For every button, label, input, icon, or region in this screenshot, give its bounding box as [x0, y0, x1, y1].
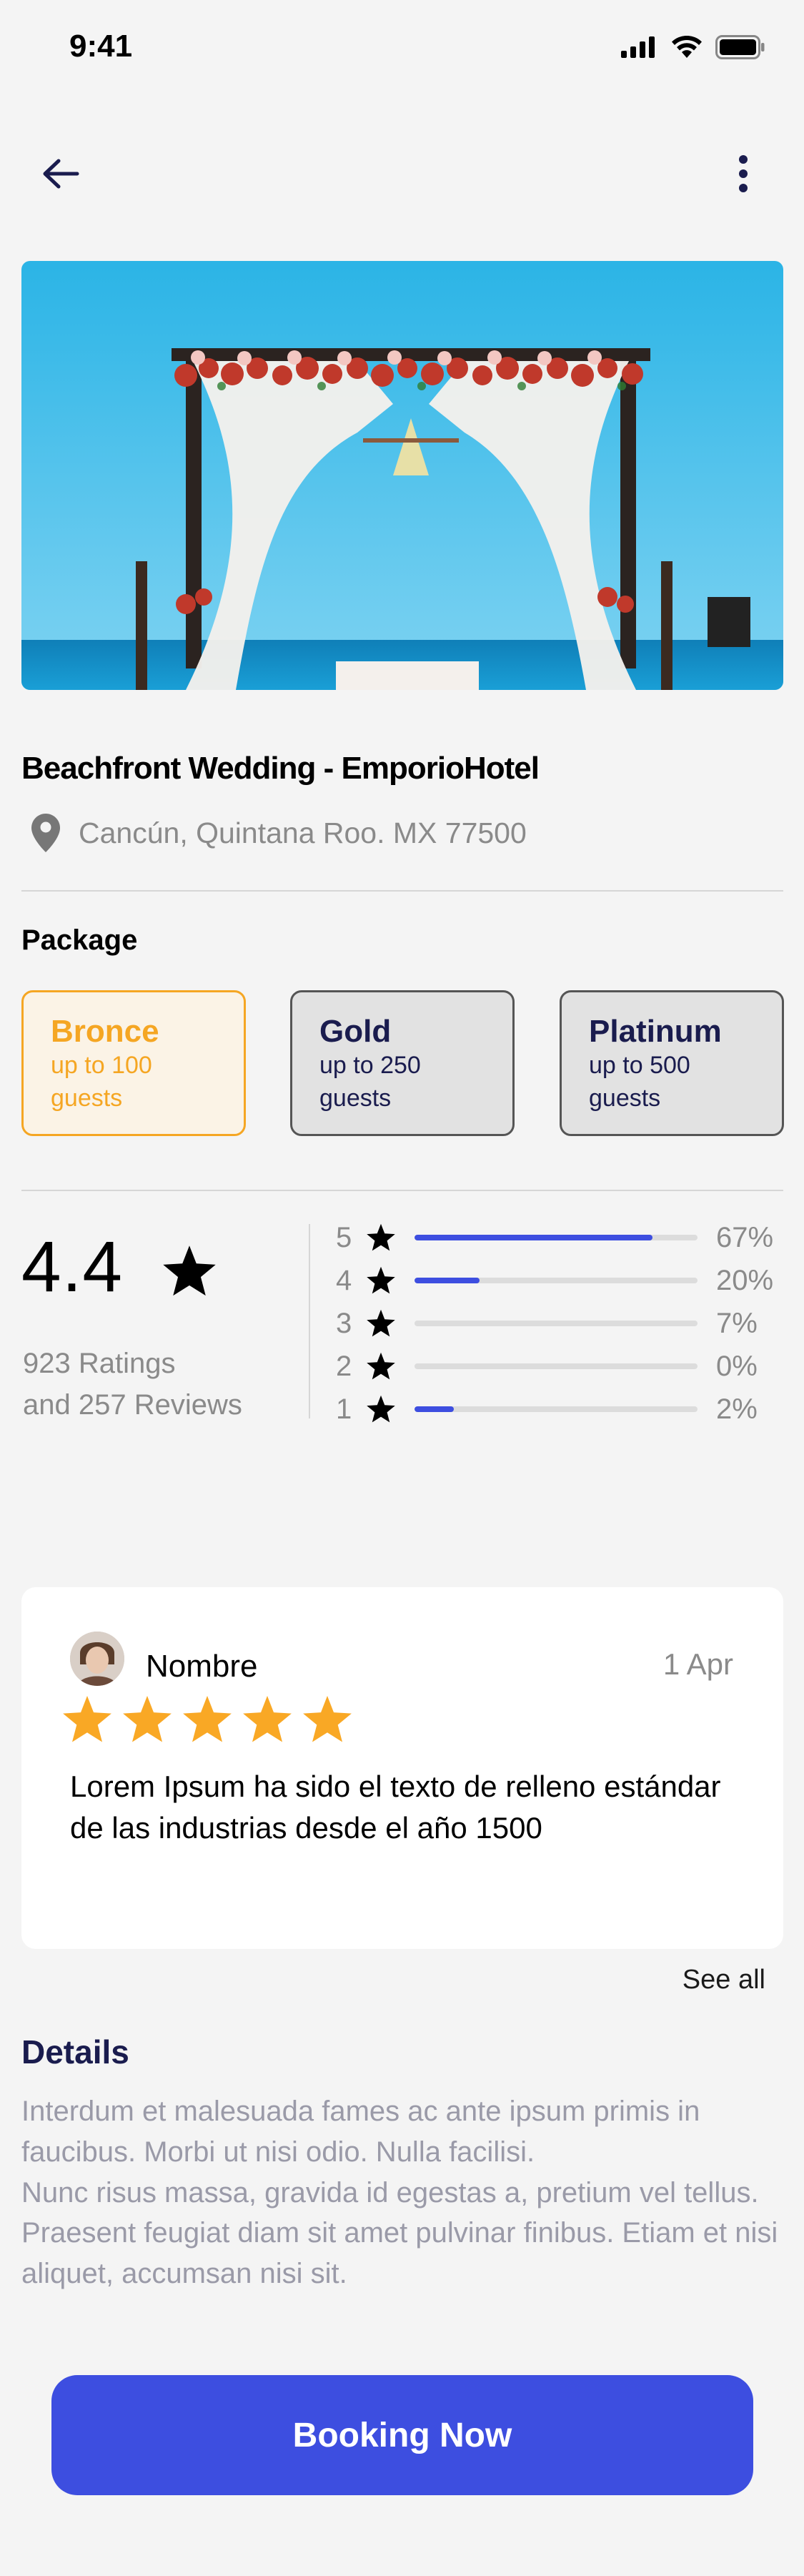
star-icon	[63, 1696, 111, 1742]
star-icon	[367, 1223, 395, 1251]
details-paragraph: Interdum et malesuada fames ac ante ipsu…	[21, 2096, 700, 2168]
location-row: Cancún, Quintana Roo. MX 77500	[31, 814, 527, 852]
star-icon	[367, 1266, 395, 1294]
signal-icon	[621, 36, 655, 58]
rating-divider	[309, 1224, 310, 1418]
package-desc-line2: guests	[51, 1085, 123, 1112]
package-desc-line1: up to 250	[319, 1052, 421, 1080]
divider	[21, 1190, 783, 1191]
details-paragraph: Nunc risus massa, gravida id egestas a, …	[21, 2176, 778, 2290]
booking-now-label: Booking Now	[292, 2416, 512, 2454]
rating-bar-stars: 4	[336, 1264, 352, 1296]
rating-bar-row-3: 3 7%	[336, 1302, 788, 1345]
wifi-icon	[672, 36, 702, 58]
booking-now-button[interactable]: Booking Now	[51, 2375, 753, 2495]
location-text: Cancún, Quintana Roo. MX 77500	[79, 816, 527, 849]
rating-bar-row-2: 2 0%	[336, 1345, 788, 1388]
more-options-button[interactable]	[718, 149, 768, 199]
star-icon	[183, 1696, 232, 1742]
status-time: 9:41	[69, 29, 133, 64]
rating-bar-fill	[415, 1235, 652, 1240]
package-name: Bronce	[51, 1014, 159, 1049]
rating-bar-stars: 1	[336, 1393, 352, 1425]
package-name: Gold	[319, 1014, 392, 1049]
map-pin-icon	[31, 814, 60, 852]
rating-bar-stars: 3	[336, 1307, 352, 1339]
review-date: 1 Apr	[662, 1647, 733, 1681]
rating-average: 4.4	[21, 1227, 124, 1307]
rating-bar-stars: 5	[336, 1221, 352, 1253]
ratings-total: 923 Ratings	[23, 1348, 176, 1379]
reviews-total: and 257 Reviews	[23, 1389, 242, 1421]
hero-image	[21, 261, 783, 690]
details-title: Details	[21, 2033, 129, 2071]
rating-bar-percent: 7%	[716, 1307, 758, 1339]
rating-bar-track	[415, 1406, 698, 1412]
avatar	[70, 1632, 124, 1686]
see-all-link[interactable]: See all	[683, 1965, 765, 1995]
package-desc-line1: up to 100	[51, 1052, 152, 1080]
star-icon	[367, 1352, 395, 1380]
status-icons	[621, 34, 765, 60]
star-icon	[162, 1244, 217, 1302]
divider	[21, 890, 783, 892]
package-option-platinum[interactable]: Platinum up to 500 guests	[560, 990, 784, 1136]
star-icon	[123, 1696, 172, 1742]
rating-bar-stars: 2	[336, 1350, 352, 1382]
review-stars	[61, 1694, 353, 1745]
battery-icon	[715, 35, 765, 59]
arrow-left-icon	[43, 159, 79, 189]
rating-bar-percent: 67%	[716, 1221, 774, 1253]
rating-bar-percent: 20%	[716, 1264, 774, 1296]
package-desc-line1: up to 500	[589, 1052, 690, 1080]
rating-bar-track	[415, 1235, 698, 1240]
more-vertical-icon	[739, 155, 748, 192]
back-button[interactable]	[36, 149, 86, 199]
rating-bar-percent: 0%	[716, 1350, 758, 1382]
package-option-gold[interactable]: Gold up to 250 guests	[290, 990, 515, 1136]
rating-bar-track	[415, 1278, 698, 1283]
star-icon	[303, 1696, 352, 1742]
reviewer-name: Nombre	[146, 1649, 258, 1684]
package-option-bronce[interactable]: Bronce up to 100 guests	[21, 990, 246, 1136]
rating-bar-fill	[415, 1406, 455, 1412]
details-text: Interdum et malesuada fames ac ante ipsu…	[21, 2091, 786, 2294]
package-desc-line2: guests	[319, 1085, 392, 1112]
rating-bar-row-1: 1 2%	[336, 1388, 788, 1431]
star-icon	[367, 1395, 395, 1423]
package-desc-line2: guests	[589, 1085, 661, 1112]
review-card: Nombre 1 Apr Lorem Ipsum ha sido el text…	[21, 1587, 783, 1949]
rating-bar-track	[415, 1321, 698, 1326]
package-name: Platinum	[589, 1014, 722, 1049]
venue-title: Beachfront Wedding - EmporioHotel	[21, 751, 540, 786]
rating-bar-percent: 2%	[716, 1393, 758, 1425]
rating-bar-fill	[415, 1278, 480, 1283]
rating-bar-track	[415, 1363, 698, 1369]
package-label: Package	[21, 924, 138, 956]
rating-count: 923 Ratings and 257 Reviews	[23, 1343, 242, 1426]
star-icon	[367, 1309, 395, 1337]
star-icon	[243, 1696, 292, 1742]
review-text: Lorem Ipsum ha sido el texto de relleno …	[70, 1770, 721, 1845]
rating-bar-row-4: 4 20%	[336, 1259, 788, 1302]
rating-bar-row-5: 5 67%	[336, 1216, 788, 1259]
